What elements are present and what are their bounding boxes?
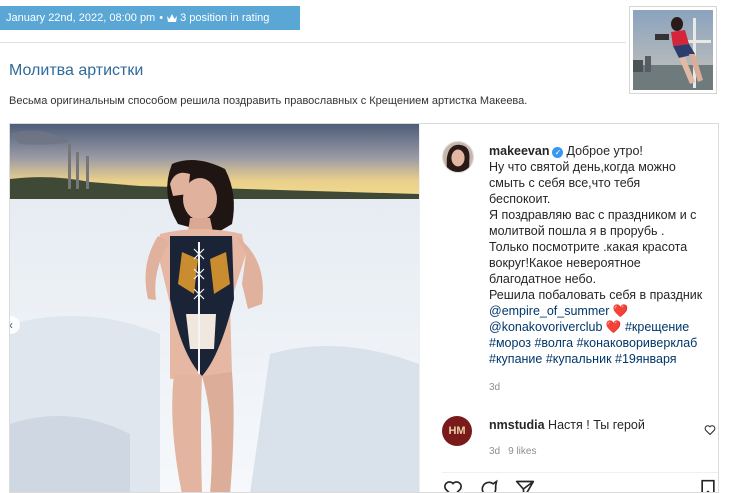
mention-konakovoriverclub[interactable]: @konakovoriverclub <box>489 320 602 334</box>
heart-emoji: ❤️ <box>612 304 629 318</box>
date-rating-bar: January 22nd, 2022, 08:00 pm • 3 position … <box>0 6 300 30</box>
post-date: January 22nd, 2022, 08:00 pm <box>6 12 156 24</box>
article-thumbnail[interactable] <box>629 6 717 94</box>
hashtag-line-3[interactable]: #купание #купальник #19января <box>489 352 677 366</box>
separator-dot: • <box>159 12 164 24</box>
comment-text: Настя ! Ты герой <box>548 418 645 432</box>
post-actions <box>442 472 718 493</box>
caption-line-7: вокруг!Какое невероятное <box>489 256 641 270</box>
instagram-embed: ‹ makeevan ✓ Доброе утро! Ну что святой де… <box>9 123 719 493</box>
article-lead: Весьма оригинальным способом решила позд… <box>9 95 528 107</box>
heart-emoji-2: ❤️ <box>605 320 622 334</box>
hashtag-line-2[interactable]: #мороз #волга #конаковориверклаб <box>489 336 697 350</box>
rating-text: 3 position in rating <box>180 12 270 24</box>
photo-image <box>10 124 419 492</box>
caption-line-2: смыть с себя все,что тебя <box>489 176 641 190</box>
bookmark-icon[interactable] <box>698 479 718 493</box>
share-icon[interactable] <box>514 479 536 493</box>
caption-line-3: беспокоит. <box>489 192 551 206</box>
comment-icon[interactable] <box>478 479 500 493</box>
author-username[interactable]: makeevan <box>489 144 549 158</box>
post-photo[interactable]: ‹ <box>10 124 419 492</box>
hashtag-line-1[interactable]: #крещение <box>625 320 689 334</box>
caption-line-6: Только посмотрите .какая красота <box>489 240 688 254</box>
author-avatar[interactable] <box>442 141 474 173</box>
commenter-avatar[interactable]: HM <box>442 416 472 446</box>
comment: nmstudia Настя ! Ты герой <box>489 418 645 432</box>
heart-icon[interactable] <box>442 479 464 493</box>
caption-line-8: благодатное небо. <box>489 272 597 286</box>
commenter-username[interactable]: nmstudia <box>489 418 545 432</box>
caption-line-9: Решила побаловать себя в праздник <box>489 288 703 302</box>
author-avatar-image <box>443 142 473 172</box>
comment-likes[interactable]: 9 likes <box>508 446 536 457</box>
comment-like-heart-icon[interactable] <box>704 424 716 436</box>
article-title[interactable]: Молитва артистки <box>9 62 143 80</box>
verified-icon: ✓ <box>552 147 564 158</box>
post-sidebar: makeevan ✓ Доброе утро! Ну что святой день… <box>419 124 718 493</box>
post-age: 3d <box>489 382 501 393</box>
mention-empire-of-summer[interactable]: @empire_of_summer <box>489 304 609 318</box>
comment-age: 3d <box>489 446 501 457</box>
caption-line-5: молитвой пошла я в прорубь . <box>489 224 665 238</box>
crown-icon <box>167 14 178 22</box>
caption-line-1: Ну что святой день,когда можно <box>489 160 676 174</box>
caption-line-4: Я поздравляю вас с праздником и с <box>489 208 697 222</box>
header-divider <box>0 42 626 43</box>
thumbnail-image <box>633 10 713 90</box>
caption-line-0: Доброе утро! <box>566 144 643 158</box>
comment-meta: 3d 9 likes <box>489 446 544 457</box>
post-caption: makeevan ✓ Доброе утро! Ну что святой день… <box>489 143 717 367</box>
